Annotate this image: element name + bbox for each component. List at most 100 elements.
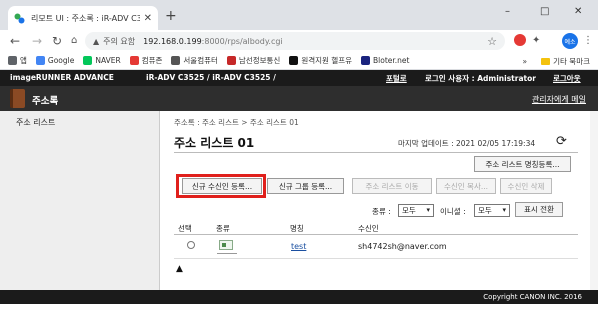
scroll-gutter	[590, 111, 598, 290]
display-switch-button[interactable]: 표시 전환	[515, 202, 563, 217]
bookmark-label: Bloter.net	[373, 56, 410, 65]
bookmarks-bar: 앱 Google NAVER 컴퓨존 서울컴퓨터 남선정보통신 원격지원 헬프유 Bloter…	[0, 52, 598, 70]
compuzone-icon	[129, 56, 139, 65]
close-window-icon[interactable]: ✕	[574, 6, 582, 17]
bookmark-label: 남선정보통신	[238, 56, 281, 65]
minimize-icon[interactable]: –	[505, 6, 510, 17]
column-header-type: 종류	[216, 224, 230, 233]
footer: Copyright CANON INC. 2016	[0, 290, 598, 304]
column-header-name: 명칭	[290, 224, 304, 233]
last-update: 마지막 업데이트 : 2021 02/05 17:19:34	[398, 139, 536, 148]
address-book-icon	[10, 89, 25, 108]
close-tab-icon[interactable]: ✕	[144, 13, 152, 24]
home-icon[interactable]: ⌂	[71, 34, 77, 48]
opera-extension-icon[interactable]	[514, 34, 526, 46]
divider	[174, 152, 578, 153]
globe-icon	[171, 56, 181, 65]
initial-filter-label: 이니셜 :	[440, 207, 466, 216]
column-header-select: 선택	[178, 224, 192, 233]
page-title: 주소 리스트 01	[174, 136, 255, 150]
chevron-down-icon: ▾	[502, 206, 506, 214]
bookmark-item[interactable]: 앱	[8, 55, 27, 66]
bookmark-label: 컴퓨존	[141, 56, 163, 65]
bookmark-item[interactable]: NAVER	[83, 56, 121, 65]
breadcrumb: 주소록 : 주소 리스트 > 주소 리스트 01	[174, 118, 299, 127]
logout-link[interactable]: 로그아웃	[553, 73, 581, 84]
bookmark-label: 서울컴퓨터	[183, 56, 218, 65]
other-bookmarks-label: 기타 북마크	[553, 57, 590, 66]
scroll-to-top-icon[interactable]: ▲	[176, 265, 183, 274]
type-filter-select[interactable]: 모두 ▾	[398, 204, 434, 217]
rename-list-button[interactable]: 주소 리스트 명칭등록...	[474, 156, 571, 172]
brand-name: imageRUNNER ADVANCE	[10, 73, 114, 82]
initial-filter-value: 모두	[478, 206, 492, 215]
reload-icon[interactable]: ↻	[52, 34, 62, 48]
apps-grid-icon	[8, 56, 17, 65]
sidebar: 주소 리스트	[0, 111, 160, 290]
bookmark-item[interactable]: 원격지원 헬프유	[289, 55, 352, 66]
other-bookmarks[interactable]: » 기타 북마크	[523, 56, 590, 67]
app-header: imageRUNNER ADVANCE iR-ADV C3525 / iR-AD…	[0, 70, 598, 86]
browser-toolbar: ← → ↻ ⌂ ▲ 주의 요함 192.168.0.199 :8000/rps/…	[0, 30, 598, 52]
move-list-button[interactable]: 주소 리스트 이동	[352, 178, 432, 194]
nam-icon	[226, 56, 236, 65]
new-group-button[interactable]: 신규 그룹 등록...	[267, 178, 344, 194]
browser-tab[interactable]: 리모트 UI : 주소록 : iR-ADV C3525 ✕	[8, 6, 158, 30]
bookmark-item[interactable]: Bloter.net	[361, 56, 409, 65]
bookmark-item[interactable]: Google	[35, 56, 75, 65]
divider	[174, 258, 578, 259]
device-name: iR-ADV C3525 / iR-ADV C3525 /	[146, 73, 276, 82]
admin-mail-link[interactable]: 관리자에게 메일	[532, 94, 586, 105]
bookmark-label: NAVER	[95, 56, 121, 65]
back-icon[interactable]: ←	[10, 34, 20, 48]
warning-icon: ▲	[93, 36, 100, 46]
type-filter-value: 모두	[402, 206, 416, 215]
folder-icon	[541, 58, 551, 65]
bloter-icon	[361, 56, 370, 65]
helpu-icon	[289, 56, 299, 65]
portal-link[interactable]: 포털로	[386, 73, 407, 84]
url-host: 192.168.0.199	[143, 36, 202, 46]
tab-title: 리모트 UI : 주소록 : iR-ADV C3525	[31, 13, 140, 23]
browser-tab-strip: 리모트 UI : 주소록 : iR-ADV C3525 ✕ + – □ ✕	[0, 0, 598, 30]
menu-icon[interactable]: ⋮	[583, 34, 593, 48]
email-icon	[219, 240, 233, 250]
forward-icon[interactable]: →	[32, 34, 42, 48]
maximize-icon[interactable]: □	[540, 6, 549, 17]
bookmarks-more-icon[interactable]: »	[523, 57, 528, 66]
copy-recipient-button[interactable]: 수신인 복사...	[436, 178, 496, 194]
bookmark-label: Google	[47, 56, 75, 65]
chevron-down-icon: ▾	[426, 206, 430, 214]
recipient-name-link[interactable]: test	[291, 242, 306, 251]
divider	[217, 253, 237, 254]
row-select-radio[interactable]	[187, 241, 195, 249]
delete-recipient-button[interactable]: 수신인 삭제	[500, 178, 552, 194]
new-recipient-button[interactable]: 신규 수신인 등록...	[182, 178, 262, 194]
initial-filter-select[interactable]: 모두 ▾	[474, 204, 510, 217]
section-title: 주소록	[32, 96, 59, 107]
security-label: 주의 요함	[103, 36, 136, 46]
section-bar: 주소록 관리자에게 메일	[0, 86, 598, 111]
bookmark-item[interactable]: 컴퓨존	[129, 55, 163, 66]
google-icon	[35, 56, 45, 65]
profile-avatar[interactable]: 예소	[562, 33, 578, 49]
url-path: :8000/rps/albody.cgi	[201, 36, 283, 46]
bookmark-item[interactable]: 서울컴퓨터	[171, 55, 218, 66]
divider	[174, 234, 578, 235]
bookmark-label: 앱	[20, 56, 27, 65]
new-tab-icon[interactable]: +	[165, 9, 177, 23]
puzzle-icon[interactable]: ✦	[532, 34, 540, 48]
bookmark-item[interactable]: 남선정보통신	[226, 55, 281, 66]
star-icon[interactable]: ☆	[487, 35, 497, 48]
sidebar-item-address-list[interactable]: 주소 리스트	[16, 117, 55, 128]
bookmark-label: 원격지원 헬프유	[301, 56, 352, 65]
type-filter-label: 종류 :	[372, 207, 391, 216]
refresh-icon[interactable]: ⟳	[556, 134, 567, 149]
address-bar[interactable]: ▲ 주의 요함 192.168.0.199 :8000/rps/albody.c…	[85, 32, 505, 50]
canon-favicon-icon	[14, 13, 25, 24]
login-user: 로그인 사용자 : Administrator	[425, 74, 536, 83]
column-header-recipient: 수신인	[358, 224, 379, 233]
recipient-email: sh4742sh@naver.com	[358, 242, 447, 251]
copyright: Copyright CANON INC. 2016	[483, 293, 582, 301]
naver-icon	[83, 56, 93, 65]
